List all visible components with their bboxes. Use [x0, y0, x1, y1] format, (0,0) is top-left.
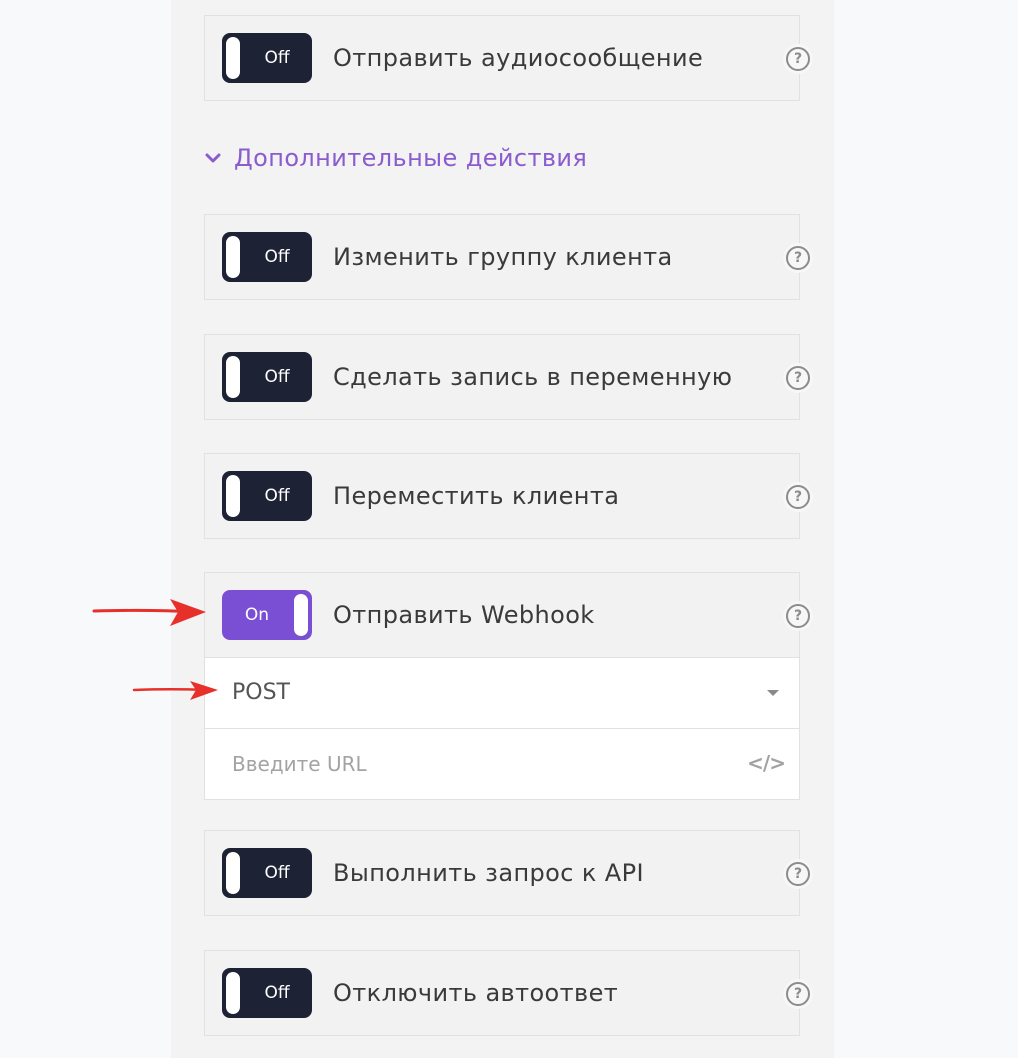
action-label: Изменить группу клиента	[333, 243, 673, 271]
toggle-state-label: Off	[264, 983, 290, 1003]
send-webhook-toggle[interactable]: On	[222, 590, 312, 640]
toggle-state-label: On	[244, 605, 270, 625]
section-title: Дополнительные действия	[234, 144, 588, 172]
write-variable-toggle[interactable]: Off	[222, 352, 312, 402]
help-button[interactable]: ?	[783, 859, 813, 889]
toggle-knob	[226, 852, 240, 894]
action-label: Сделать запись в переменную	[333, 363, 733, 391]
method-select-value: POST	[232, 680, 290, 705]
action-label: Выполнить запрос к API	[333, 859, 644, 887]
question-circle-icon[interactable]: ?	[786, 485, 810, 509]
question-circle-icon[interactable]: ?	[786, 366, 810, 390]
toggle-state-label: Off	[264, 48, 290, 68]
toggle-knob	[226, 236, 240, 278]
action-card-write-variable: Off Сделать запись в переменную ?	[204, 334, 813, 420]
action-label: Отправить аудиосообщение	[333, 44, 704, 72]
help-button[interactable]: ?	[783, 979, 813, 1009]
help-button[interactable]: ?	[783, 601, 813, 631]
annotation-arrow-icon	[92, 599, 206, 626]
action-card-send-audio: Off Отправить аудиосообщение ?	[204, 15, 813, 101]
action-label: Отключить автоответ	[333, 979, 619, 1007]
annotation-arrow-icon	[132, 681, 218, 700]
chevron-down-icon	[205, 153, 221, 163]
caret-down-icon	[767, 690, 779, 696]
action-label: Отправить Webhook	[333, 601, 595, 629]
action-card-send-webhook: On Отправить Webhook ? POST </>	[204, 572, 813, 800]
question-circle-icon[interactable]: ?	[786, 47, 810, 71]
toggle-state-label: Off	[264, 367, 290, 387]
send-audio-toggle[interactable]: Off	[222, 33, 312, 83]
action-card-change-group: Off Изменить группу клиента ?	[204, 214, 813, 300]
help-button[interactable]: ?	[783, 482, 813, 512]
toggle-state-label: Off	[264, 863, 290, 883]
move-client-toggle[interactable]: Off	[222, 471, 312, 521]
url-input[interactable]	[232, 729, 732, 799]
api-request-toggle[interactable]: Off	[222, 848, 312, 898]
toggle-knob	[226, 37, 240, 79]
additional-actions-header[interactable]: Дополнительные действия	[204, 140, 587, 176]
toggle-knob	[294, 594, 308, 636]
toggle-knob	[226, 356, 240, 398]
action-card-move-client: Off Переместить клиента ?	[204, 453, 813, 539]
toggle-state-label: Off	[264, 247, 290, 267]
toggle-knob	[226, 475, 240, 517]
code-icon[interactable]: </>	[747, 751, 786, 775]
url-row: </>	[205, 728, 799, 799]
question-circle-icon[interactable]: ?	[786, 246, 810, 270]
toggle-state-label: Off	[264, 486, 290, 506]
action-label: Переместить клиента	[333, 482, 620, 510]
change-group-toggle[interactable]: Off	[222, 232, 312, 282]
action-card-api-request: Off Выполнить запрос к API ?	[204, 830, 813, 916]
help-button[interactable]: ?	[783, 243, 813, 273]
question-circle-icon[interactable]: ?	[786, 982, 810, 1006]
toggle-knob	[226, 972, 240, 1014]
help-button[interactable]: ?	[783, 363, 813, 393]
help-button[interactable]: ?	[783, 44, 813, 74]
disable-autoreply-toggle[interactable]: Off	[222, 968, 312, 1018]
question-circle-icon[interactable]: ?	[786, 604, 810, 628]
action-card-disable-autoreply: Off Отключить автоответ ?	[204, 950, 813, 1036]
method-select[interactable]: POST	[205, 657, 799, 728]
question-circle-icon[interactable]: ?	[786, 862, 810, 886]
